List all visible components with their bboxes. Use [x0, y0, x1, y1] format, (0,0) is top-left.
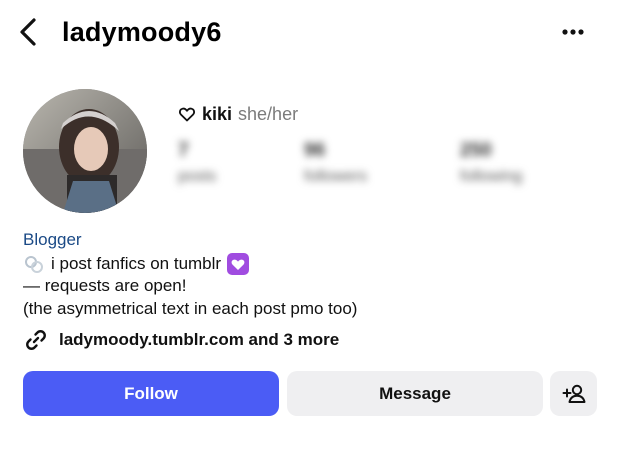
rings-emoji-icon — [25, 256, 43, 273]
bio-line-3: (the asymmetrical text in each post pmo … — [23, 299, 358, 318]
more-options-button[interactable] — [556, 18, 590, 46]
stat-posts[interactable]: 7 posts — [178, 140, 216, 186]
stat-followers-value: 96 — [304, 140, 326, 161]
follow-button[interactable]: Follow — [23, 371, 279, 416]
display-name-row: kiki she/her — [178, 101, 298, 127]
message-button[interactable]: Message — [287, 371, 543, 416]
back-button[interactable] — [14, 14, 44, 50]
bio-line-1: i post fanfics on tumblr — [23, 253, 250, 275]
bio-line-1-text: i post fanfics on tumblr — [51, 254, 222, 273]
back-arrow-icon — [20, 18, 36, 46]
suggest-users-button[interactable] — [550, 371, 597, 416]
more-icon — [562, 29, 584, 35]
link-icon — [26, 330, 46, 350]
heart-outline-icon — [179, 107, 195, 122]
profile-header: ladymoody6 — [0, 0, 620, 64]
stat-posts-value: 7 — [178, 140, 189, 161]
profile-username: ladymoody6 — [62, 17, 222, 47]
stat-following-label: following — [460, 168, 523, 185]
profile-link-text[interactable]: ladymoody.tumblr.com and 3 more — [59, 330, 339, 350]
profile-link-row[interactable]: ladymoody.tumblr.com and 3 more — [23, 326, 339, 354]
display-name: kiki — [202, 103, 233, 124]
add-user-icon — [562, 384, 585, 403]
avatar[interactable] — [23, 89, 147, 213]
bio-line-2: — requests are open! — [23, 276, 187, 295]
stat-followers[interactable]: 96 followers — [304, 140, 367, 186]
stat-following-value: 250 — [460, 140, 492, 161]
stat-following[interactable]: 250 following — [460, 140, 522, 186]
purple-heart-emoji-icon — [227, 253, 250, 275]
profile-category: Blogger — [23, 230, 82, 249]
stat-posts-label: posts — [178, 168, 217, 185]
pronouns: she/her — [238, 103, 299, 124]
stat-followers-label: followers — [304, 168, 368, 185]
